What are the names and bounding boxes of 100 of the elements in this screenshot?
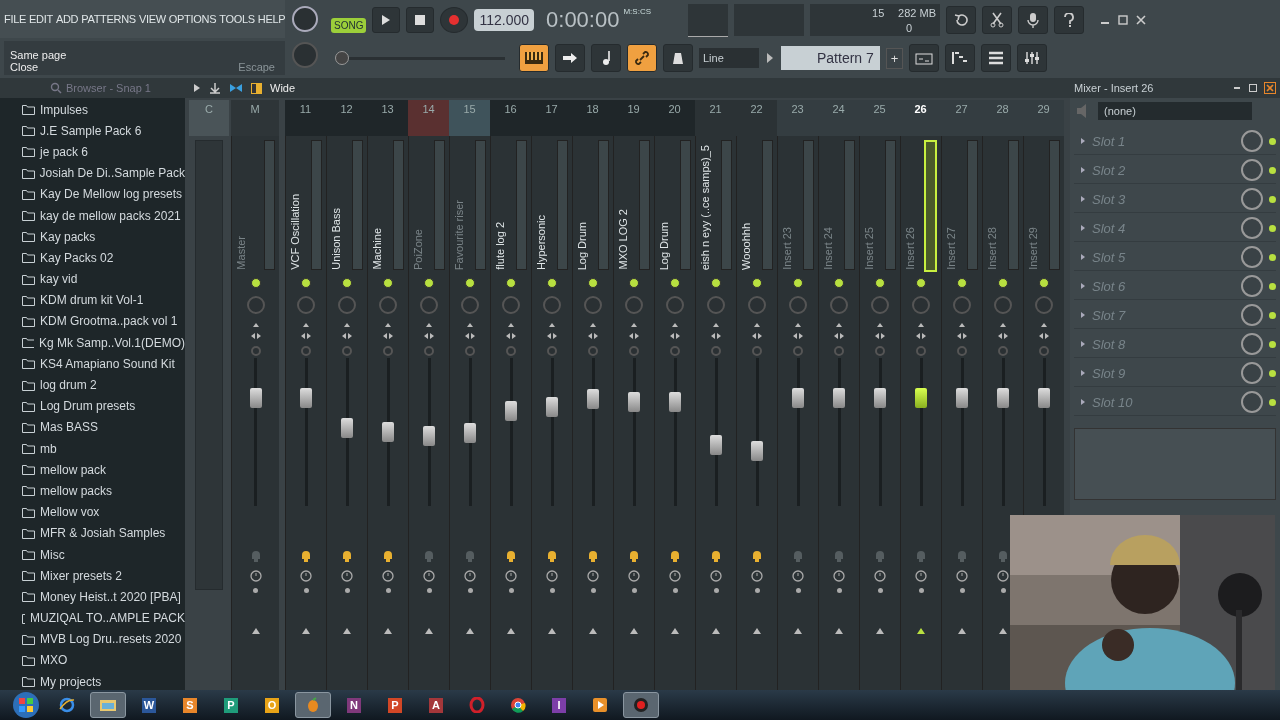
mix-knob[interactable] (1241, 333, 1263, 355)
sidechain-icon[interactable] (915, 570, 927, 582)
route-arrow-icon[interactable] (301, 627, 311, 635)
track-name[interactable]: Insert 24 (822, 227, 834, 270)
stereo-arrows-icon[interactable] (874, 322, 886, 342)
folder-item[interactable]: MFR & Josiah Samples (22, 522, 185, 544)
taskbar-app[interactable]: A (418, 692, 454, 718)
search-icon[interactable] (50, 82, 62, 94)
fader-handle[interactable] (751, 441, 763, 462)
route-arrow-icon[interactable] (752, 627, 762, 635)
enable-led[interactable] (1039, 278, 1049, 288)
sidechain-icon[interactable] (546, 570, 558, 582)
route-dot[interactable] (344, 588, 350, 593)
route-arrow-icon[interactable] (629, 627, 639, 635)
track-number[interactable]: 26 (900, 100, 941, 136)
fader-handle[interactable] (1038, 387, 1050, 408)
sidechain-icon[interactable] (874, 570, 886, 582)
blend-notes-button[interactable] (591, 44, 621, 72)
route-dot[interactable] (877, 588, 883, 593)
route-dot[interactable] (918, 588, 924, 593)
play-icon[interactable] (765, 52, 775, 64)
folder-item[interactable]: Kg Mk Samp..Vol.1(DEMO) (22, 332, 185, 354)
enable-led[interactable] (998, 278, 1008, 288)
folder-item[interactable]: kay vid (22, 268, 185, 290)
stereo-arrows-icon[interactable] (1038, 322, 1050, 342)
route-dot[interactable] (467, 588, 473, 593)
send-icon[interactable] (342, 550, 352, 562)
folder-item[interactable]: My projects (22, 671, 185, 690)
stereo-arrows-icon[interactable] (751, 322, 763, 342)
fader-handle[interactable] (249, 387, 262, 408)
route-dot[interactable] (795, 588, 801, 593)
track-number[interactable]: 21 (695, 100, 736, 136)
sidechain-icon[interactable] (341, 570, 353, 582)
route-dot[interactable] (631, 588, 637, 593)
folder-item[interactable]: Kay packs (22, 226, 185, 248)
route-arrow-icon[interactable] (424, 627, 434, 635)
folder-item[interactable]: je pack 6 (22, 141, 185, 163)
slot-led[interactable] (1269, 195, 1276, 203)
fader-handle[interactable] (669, 392, 681, 413)
send-icon[interactable] (670, 550, 680, 562)
folder-item[interactable]: MXO (22, 649, 185, 672)
send-icon[interactable] (711, 550, 721, 562)
mix-knob[interactable] (1241, 391, 1263, 413)
route-dot[interactable] (426, 588, 432, 593)
track-number[interactable]: 13 (367, 100, 408, 136)
stereo-arrows-icon[interactable] (249, 322, 262, 342)
fader-handle[interactable] (710, 435, 722, 456)
sidechain-icon[interactable] (505, 570, 517, 582)
sidechain-icon[interactable] (423, 570, 435, 582)
slot-led[interactable] (1269, 398, 1276, 406)
cut-button[interactable] (982, 6, 1013, 34)
record-button[interactable] (440, 7, 469, 33)
fader-handle[interactable] (505, 401, 517, 422)
menu-item[interactable]: OPTIONS (168, 13, 217, 25)
fader-handle[interactable] (423, 426, 435, 447)
stereo-arrows-icon[interactable] (382, 322, 394, 342)
track-name[interactable]: Unison Bass (330, 208, 342, 270)
folder-item[interactable]: Kay De Mellow log presets (22, 183, 185, 205)
track-number[interactable]: 22 (736, 100, 777, 136)
slot-led[interactable] (1269, 166, 1276, 174)
stereo-arrows-icon[interactable] (464, 322, 476, 342)
stereo-arrows-icon[interactable] (792, 322, 804, 342)
enable-led[interactable] (752, 278, 762, 288)
sidechain-icon[interactable] (710, 570, 722, 582)
route-arrow-icon[interactable] (998, 627, 1008, 635)
track-name[interactable]: Wooohhh (740, 223, 752, 270)
menu-item[interactable]: HELP (257, 13, 286, 25)
enable-led[interactable] (629, 278, 639, 288)
step-edit-button[interactable] (555, 44, 585, 72)
folder-item[interactable]: Josiah De Di..Sample Pack (22, 162, 185, 184)
channel-rack-button[interactable] (981, 44, 1012, 72)
fader-handle[interactable] (382, 422, 394, 442)
route-dot[interactable] (1000, 588, 1006, 593)
close-icon[interactable] (1134, 13, 1149, 27)
track-name[interactable]: Insert 27 (945, 227, 957, 270)
folder-item[interactable]: kay de mellow packs 2021 (22, 204, 185, 227)
stereo-arrows-icon[interactable] (546, 322, 558, 342)
track-name[interactable]: Log Drum (658, 221, 670, 270)
route-arrow-icon[interactable] (250, 627, 261, 635)
folder-item[interactable]: log drum 2 (22, 374, 185, 396)
typing-keyboard-button[interactable] (519, 44, 549, 72)
link-button[interactable] (627, 44, 657, 72)
preset-dropdown[interactable]: (none) (1098, 102, 1252, 120)
sidechain-icon[interactable] (382, 570, 394, 582)
route-dot[interactable] (253, 588, 258, 593)
mix-knob[interactable] (1241, 217, 1263, 239)
route-dot[interactable] (508, 588, 514, 593)
enable-led[interactable] (588, 278, 598, 288)
track-name[interactable]: Hypersonic (535, 214, 547, 270)
enable-led[interactable] (793, 278, 803, 288)
folder-item[interactable]: Impulses (22, 99, 185, 121)
track-name[interactable]: VCF Oscillation (289, 194, 301, 270)
sidechain-icon[interactable] (587, 570, 599, 582)
send-icon[interactable] (629, 550, 639, 562)
track-number[interactable]: 25 (859, 100, 900, 136)
taskbar-app[interactable]: W (131, 692, 167, 718)
sidechain-icon[interactable] (669, 570, 681, 582)
stereo-arrows-icon[interactable] (341, 322, 353, 342)
enable-led[interactable] (301, 278, 311, 288)
enable-led[interactable] (424, 278, 434, 288)
